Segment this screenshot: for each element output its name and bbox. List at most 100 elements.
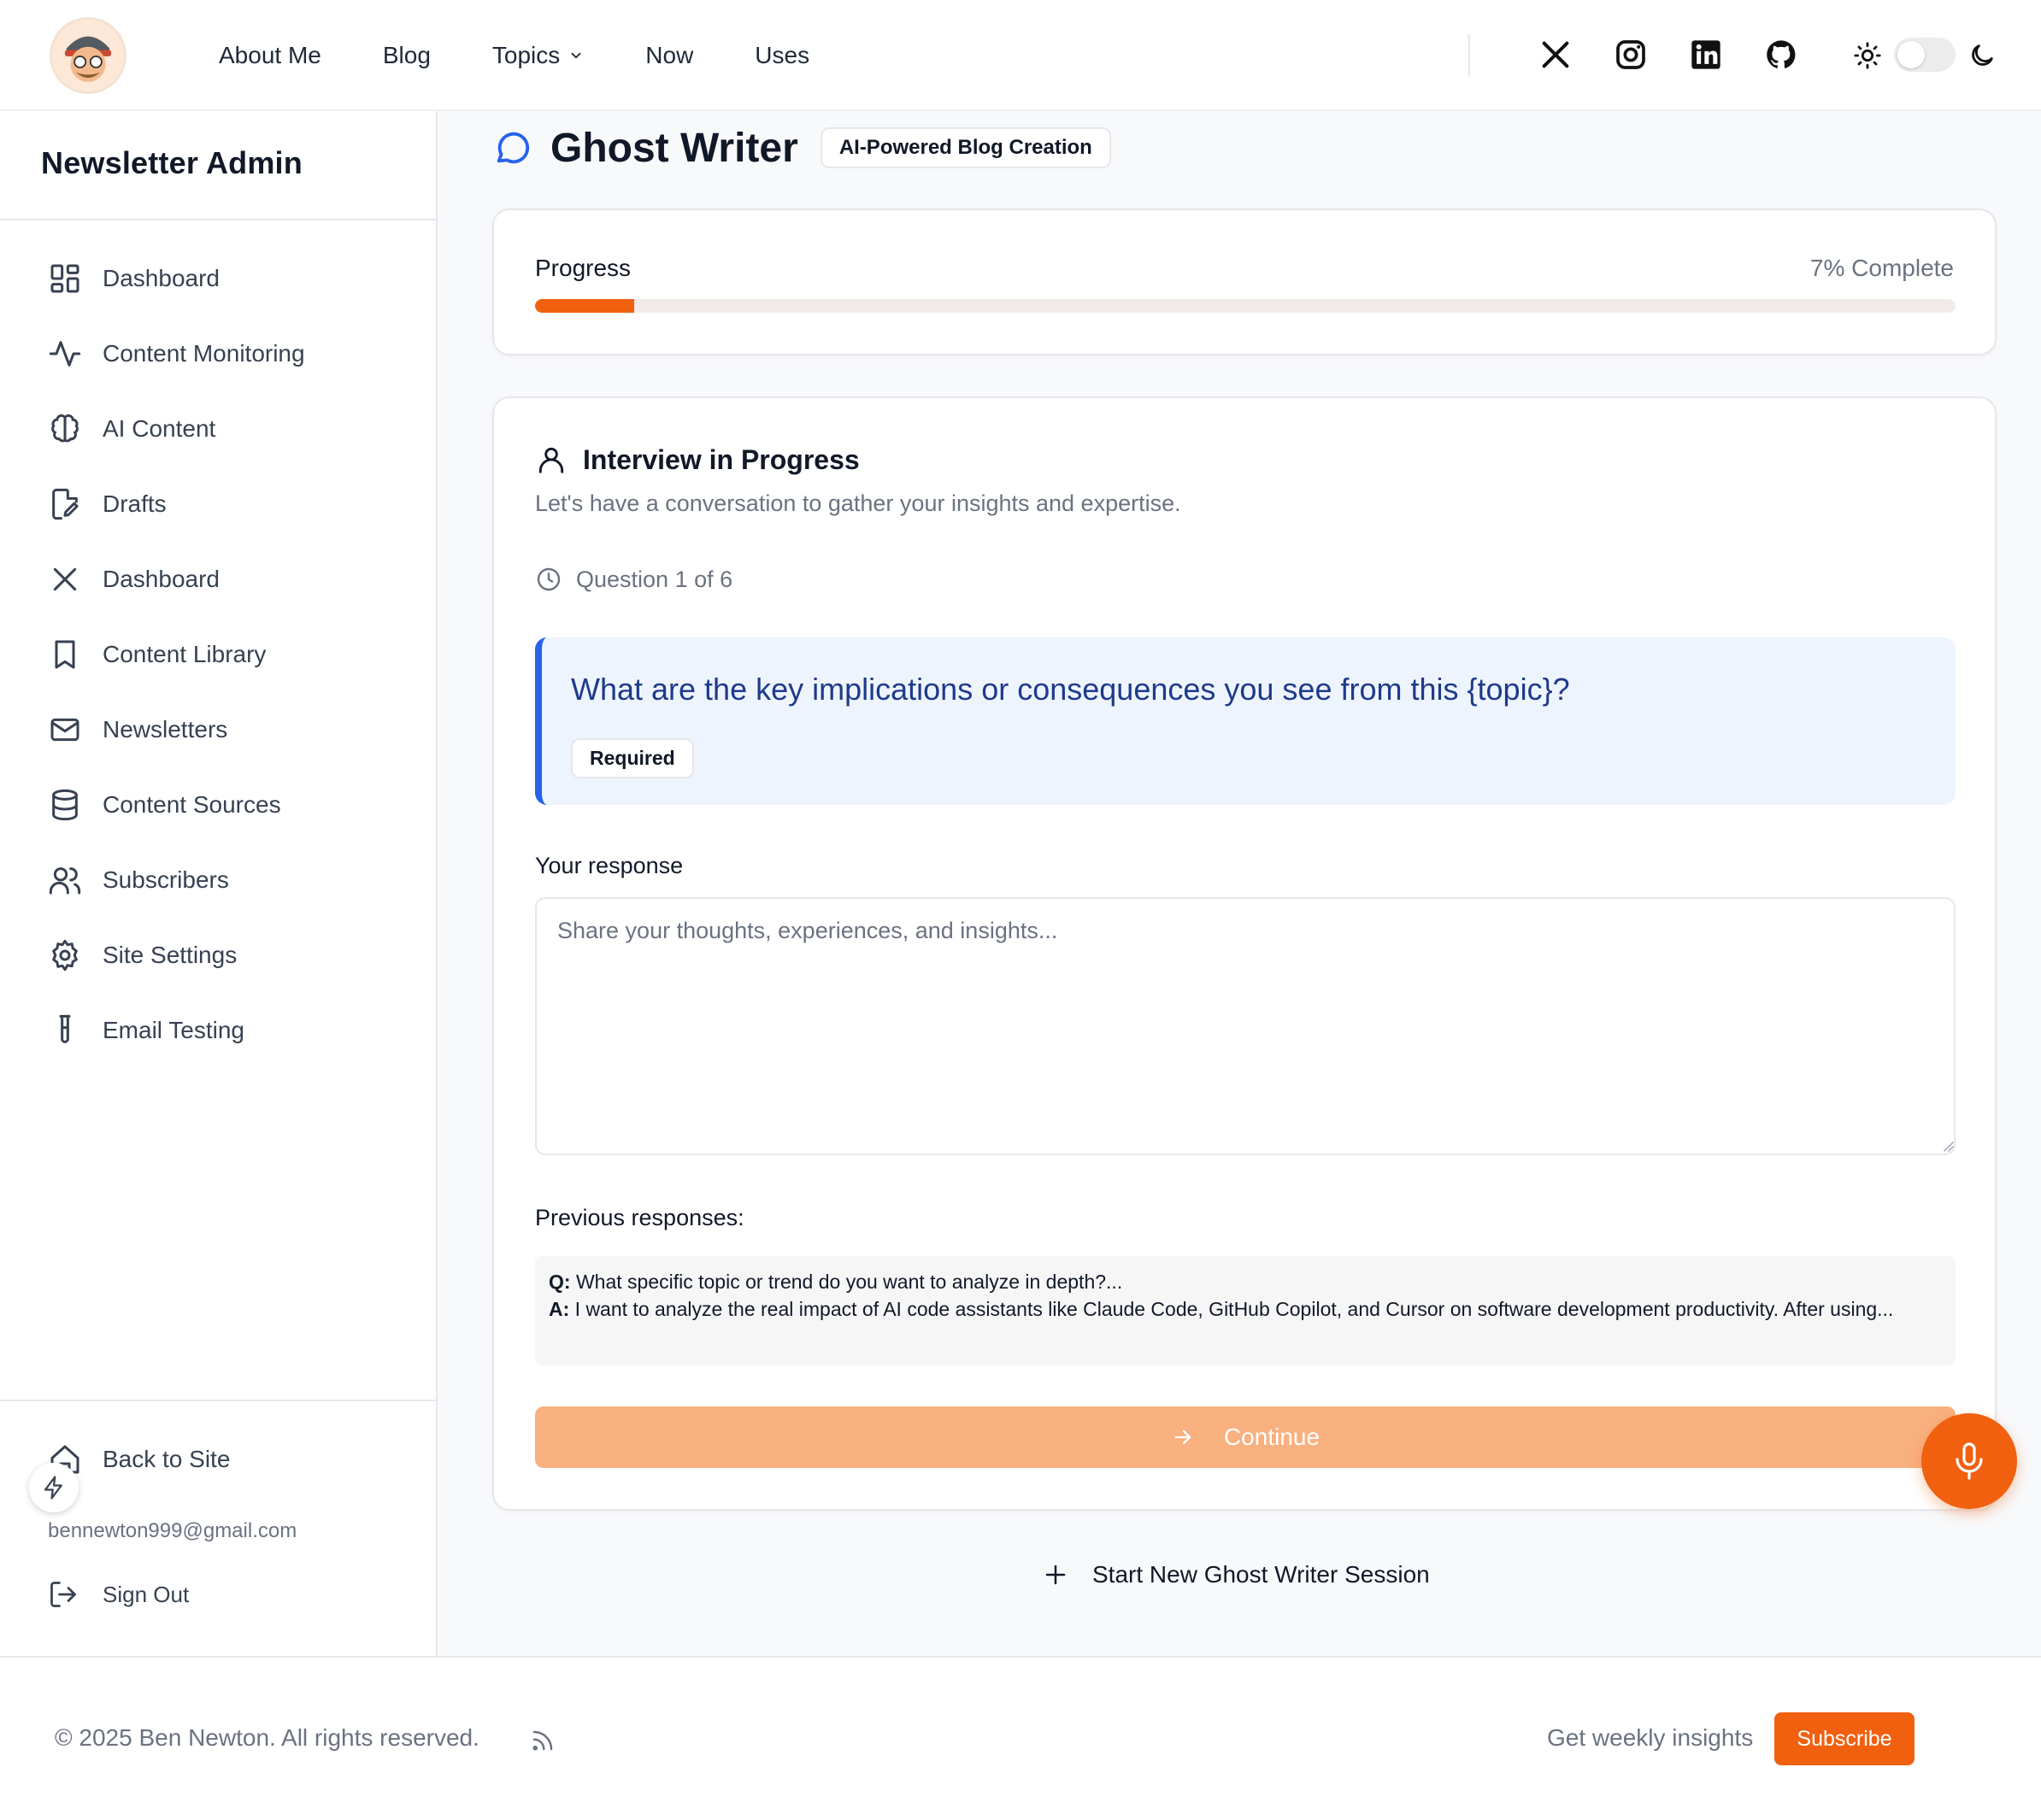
nav-now[interactable]: Now <box>645 42 693 69</box>
dashboard-icon <box>50 264 79 293</box>
previous-answer: A: I want to analyze the real impact of … <box>549 1295 1942 1323</box>
required-badge: Required <box>571 738 694 778</box>
nav-label: About Me <box>219 42 321 68</box>
nav-topics[interactable]: Topics <box>492 42 584 69</box>
site-header: About Me Blog Topics Now Uses <box>0 0 2041 111</box>
subscribe-button[interactable]: Subscribe <box>1774 1712 1915 1765</box>
chat-bubble-icon <box>497 132 530 164</box>
question-text: What are the key implications or consequ… <box>571 672 1570 707</box>
users-icon <box>49 867 81 895</box>
log-out-icon <box>50 1582 76 1607</box>
nav-about-me[interactable]: About Me <box>219 42 321 69</box>
quick-action-button[interactable] <box>29 1463 79 1512</box>
previous-question-text: What specific topic or trend do you want… <box>575 1271 1123 1293</box>
progress-label: Progress <box>535 255 632 281</box>
nav-label: Now <box>645 42 694 68</box>
bookmark-icon <box>55 640 75 669</box>
interview-heading-text: Interview in Progress <box>583 443 860 475</box>
previous-response-item: Q: What specific topic or trend do you w… <box>535 1256 1956 1365</box>
question-box: What are the key implications or consequ… <box>535 637 1956 805</box>
new-session-button[interactable]: Start New Ghost Writer Session <box>1043 1555 1430 1594</box>
continue-button[interactable]: Continue <box>535 1406 1956 1468</box>
sidebar-item-drafts[interactable]: Drafts <box>48 478 167 530</box>
answer-prefix: A: <box>549 1298 570 1320</box>
instagram-icon[interactable] <box>1614 38 1648 72</box>
microphone-icon <box>1956 1442 1983 1480</box>
previous-responses-label: Previous responses: <box>535 1205 744 1230</box>
sidebar-item-label: Dashboard <box>103 265 220 291</box>
github-icon[interactable] <box>1764 38 1798 72</box>
voice-input-button[interactable] <box>1921 1413 2017 1509</box>
progress-bar <box>535 299 1956 313</box>
sidebar-item-label: Subscribers <box>103 866 229 893</box>
sidebar-item-content-library[interactable]: Content Library <box>48 629 266 680</box>
sidebar-item-subscribers[interactable]: Subscribers <box>48 854 229 906</box>
resize-handle-icon[interactable] <box>1940 1138 1954 1152</box>
sidebar-divider <box>0 1400 436 1401</box>
rss-icon[interactable] <box>530 1728 556 1753</box>
gear-icon <box>52 939 78 972</box>
arrow-right-icon <box>1174 1430 1191 1445</box>
progress-bar-fill <box>535 299 635 313</box>
bolt-icon <box>44 1476 62 1500</box>
sidebar-item-label: AI Content <box>103 415 216 442</box>
sidebar-divider <box>0 219 436 220</box>
brain-icon <box>51 414 79 443</box>
moon-icon[interactable] <box>1967 41 1997 70</box>
nav-uses[interactable]: Uses <box>755 42 809 69</box>
sidebar-item-email-testing[interactable]: Email Testing <box>48 1005 244 1056</box>
sidebar-item-label: Email Testing <box>103 1017 245 1043</box>
main-nav: About Me Blog Topics Now Uses <box>219 0 871 111</box>
progress-card: Progress 7% Complete <box>492 208 1997 355</box>
sign-out-label: Sign Out <box>103 1581 190 1607</box>
database-icon <box>52 789 78 821</box>
sidebar-item-content-sources[interactable]: Content Sources <box>48 779 281 831</box>
activity-icon <box>49 341 81 367</box>
x-icon[interactable] <box>1538 38 1573 72</box>
progress-percent: 7% Complete <box>1809 255 1954 281</box>
response-textarea[interactable] <box>535 897 1956 1155</box>
nav-label: Uses <box>755 42 810 68</box>
test-tube-icon <box>59 1014 71 1043</box>
user-icon <box>538 447 564 473</box>
sidebar-item-label: Content Monitoring <box>103 340 305 367</box>
avatar-illustration <box>52 20 124 91</box>
avatar[interactable] <box>50 17 126 94</box>
previous-answer-text: I want to analyze the real impact of AI … <box>574 1298 1894 1320</box>
interview-subtitle: Let's have a conversation to gather your… <box>535 490 1181 516</box>
sidebar-item-dashboard-x[interactable]: Dashboard <box>48 554 220 605</box>
sidebar-item-dashboard[interactable]: Dashboard <box>48 253 220 304</box>
sidebar-item-label: Newsletters <box>103 716 228 743</box>
interview-heading: Interview in Progress <box>535 441 860 478</box>
sidebar-item-label: Content Sources <box>103 791 281 818</box>
plus-icon <box>1045 1565 1066 1585</box>
user-email: bennewton999@gmail.com <box>48 1519 297 1542</box>
sidebar-item-newsletters[interactable]: Newsletters <box>48 704 227 755</box>
back-to-site-label: Back to Site <box>103 1446 231 1472</box>
nav-label: Blog <box>382 42 431 68</box>
header-divider <box>1468 34 1470 77</box>
sidebar-item-content-monitoring[interactable]: Content Monitoring <box>48 328 305 379</box>
sidebar-item-label: Site Settings <box>103 942 238 968</box>
x-icon <box>53 567 77 591</box>
response-label: Your response <box>535 853 684 878</box>
page-title: Ghost Writer <box>550 125 798 171</box>
sun-icon[interactable] <box>1853 41 1882 70</box>
sign-out-button[interactable]: Sign Out <box>48 1574 189 1615</box>
nav-label: Topics <box>491 42 561 68</box>
question-prefix: Q: <box>549 1271 571 1293</box>
site-footer: © 2025 Ben Newton. All rights reserved. … <box>0 1656 2041 1820</box>
sidebar-item-ai-content[interactable]: AI Content <box>48 403 215 455</box>
nav-blog[interactable]: Blog <box>383 42 431 69</box>
linkedin-icon[interactable] <box>1689 38 1723 72</box>
theme-toggle[interactable] <box>1894 38 1956 72</box>
copyright-text: © 2025 Ben Newton. All rights reserved. <box>55 1724 479 1751</box>
sidebar-item-label: Dashboard <box>103 566 220 592</box>
sidebar-item-site-settings[interactable]: Site Settings <box>48 930 237 981</box>
sidebar-item-label: Drafts <box>103 490 167 517</box>
continue-label: Continue <box>1223 1424 1320 1450</box>
new-session-label: Start New Ghost Writer Session <box>1092 1561 1430 1588</box>
admin-sidebar: Newsletter Admin Dashboard Content Monit… <box>0 111 438 1656</box>
question-counter-text: Question 1 of 6 <box>576 566 733 592</box>
sidebar-item-label: Content Library <box>103 641 267 667</box>
